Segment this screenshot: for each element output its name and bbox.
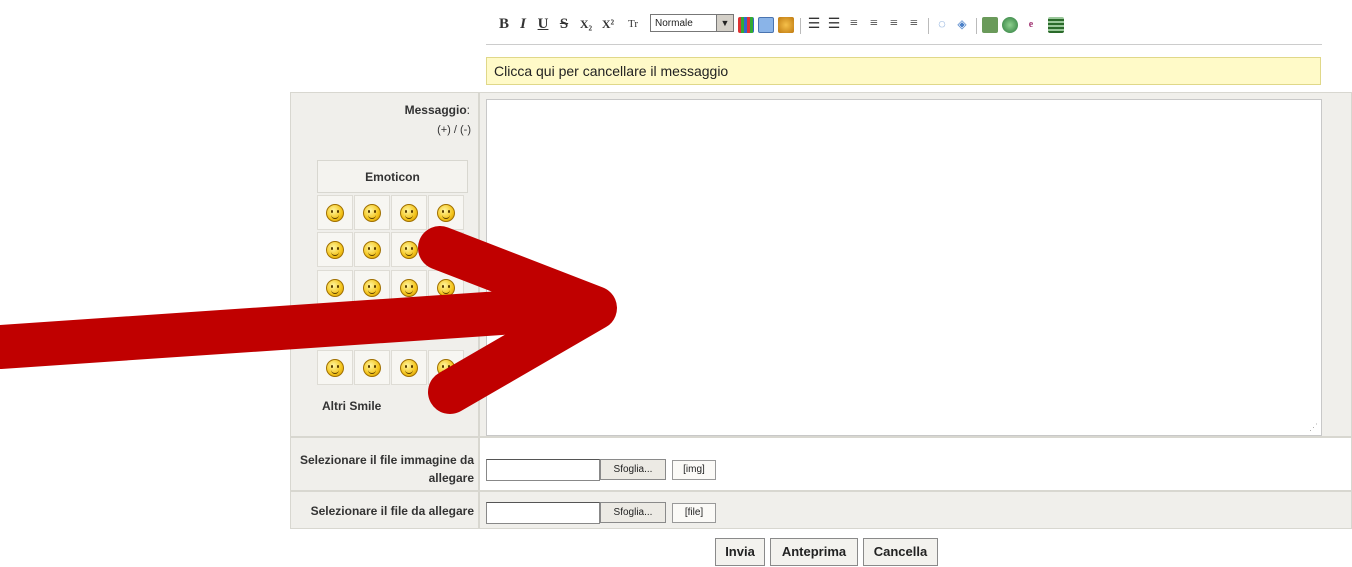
window-icon[interactable] [758, 17, 774, 33]
italic-button[interactable]: I [515, 10, 531, 38]
emoticon-sad[interactable] [354, 195, 390, 230]
format-select[interactable]: Normale ▼ [650, 14, 734, 32]
smile-face-icon [400, 203, 418, 222]
align-right-icon[interactable]: ≡ [886, 10, 902, 38]
strikethrough-button[interactable]: S [556, 10, 572, 38]
emoticon-embarrassed[interactable] [317, 350, 353, 385]
quote-icon[interactable]: ◌ [934, 10, 950, 38]
message-label-text: Messaggio [404, 103, 467, 117]
align-center-icon[interactable]: ≡ [866, 10, 882, 38]
emoticon-wink[interactable] [354, 232, 390, 267]
grin-face-icon [437, 203, 455, 222]
emoticon-rolleyes[interactable] [428, 270, 464, 305]
embarrassed-face-icon [326, 358, 344, 377]
image-icon[interactable] [982, 17, 998, 33]
image-upload-label-line1: Selezionare il file immagine da [299, 453, 474, 467]
emoticon-happy[interactable] [317, 232, 353, 267]
cancel-button[interactable]: Cancella [863, 538, 938, 566]
happy-face-icon [326, 240, 344, 259]
blink-face-icon [437, 240, 455, 259]
image-upload-label-line2: allegare [428, 471, 474, 485]
superscript-button[interactable]: X² [598, 10, 618, 38]
emoticon-eek[interactable] [391, 270, 427, 305]
color-palette-icon[interactable] [738, 17, 754, 33]
emoticon-neutral[interactable] [391, 350, 427, 385]
toolbar-separator [800, 18, 801, 34]
ebay-icon[interactable]: e [1022, 10, 1040, 38]
toolbar-separator [928, 18, 929, 34]
file-tag-button[interactable]: [file] [672, 503, 716, 523]
bullet-list-icon[interactable]: ☰ [806, 10, 822, 38]
clear-message-hint[interactable]: Clicca qui per cancellare il messaggio [486, 57, 1321, 85]
message-label: Messaggio: [290, 103, 470, 117]
emoticon-smile[interactable] [391, 195, 427, 230]
file-input[interactable] [486, 502, 600, 524]
neutral-face-icon [400, 358, 418, 377]
toolbar-divider [486, 44, 1322, 45]
send-button[interactable]: Invia [715, 538, 765, 566]
file-upload-label: Selezionare il file da allegare [310, 504, 474, 518]
emoticon-cool[interactable] [317, 195, 353, 230]
image-file-input[interactable] [486, 459, 600, 481]
emoticon-surprised[interactable] [354, 270, 390, 305]
file-browse-button[interactable]: Sfoglia... [600, 502, 666, 523]
image-browse-button[interactable]: Sfoglia... [600, 459, 666, 480]
tongue-face-icon [400, 240, 418, 259]
font-size-button[interactable]: Tr [622, 10, 644, 38]
shocked-face-icon [363, 358, 381, 377]
emoticon-shocked[interactable] [354, 350, 390, 385]
wink-face-icon [363, 240, 381, 259]
eek-face-icon [400, 278, 418, 297]
toolbar-separator [976, 18, 977, 34]
numbered-list-icon[interactable]: ☰ [826, 10, 842, 38]
rolleyes-face-icon [437, 278, 455, 297]
message-textarea[interactable]: ⋰ [486, 99, 1322, 436]
message-label-colon: : [466, 103, 470, 117]
justify-icon[interactable]: ≡ [906, 10, 922, 38]
laugh-face-icon [326, 278, 344, 297]
img-tag-button[interactable]: [img] [672, 460, 716, 480]
sad-face-icon [363, 203, 381, 222]
cool-face-icon [326, 203, 344, 222]
emoticon-tongue[interactable] [391, 232, 427, 267]
code-icon[interactable]: ◈ [954, 10, 970, 38]
chevron-down-icon[interactable]: ▼ [716, 15, 733, 31]
preview-button[interactable]: Anteprima [770, 538, 858, 566]
emoticon-blink[interactable] [428, 232, 464, 267]
users-icon[interactable] [778, 17, 794, 33]
video-icon[interactable] [1048, 17, 1064, 33]
emoticon-laugh[interactable] [317, 270, 353, 305]
confused-face-icon [437, 358, 455, 377]
resize-toggle[interactable]: (+) / (-) [290, 124, 471, 136]
more-smilies-link[interactable]: Altri Smile [317, 392, 468, 422]
subscript-button[interactable]: X₂ [576, 10, 596, 38]
globe-icon[interactable] [1002, 17, 1018, 33]
editor-toolbar: B I U S X₂ X² Tr Normale ▼ ☰ ☰ ≡ ≡ ≡ ≡ ◌… [486, 10, 1322, 44]
bold-button[interactable]: B [496, 10, 512, 38]
emoticon-confused[interactable] [428, 350, 464, 385]
emoticon-header: Emoticon [317, 160, 468, 193]
emoticon-grin[interactable] [428, 195, 464, 230]
align-left-icon[interactable]: ≡ [846, 10, 862, 38]
resize-grip-icon[interactable]: ⋰ [1309, 422, 1318, 433]
image-upload-label: Selezionare il file immagine da allegare [290, 451, 474, 487]
surprised-face-icon [363, 278, 381, 297]
format-select-value: Normale [655, 18, 693, 29]
underline-button[interactable]: U [535, 10, 551, 38]
